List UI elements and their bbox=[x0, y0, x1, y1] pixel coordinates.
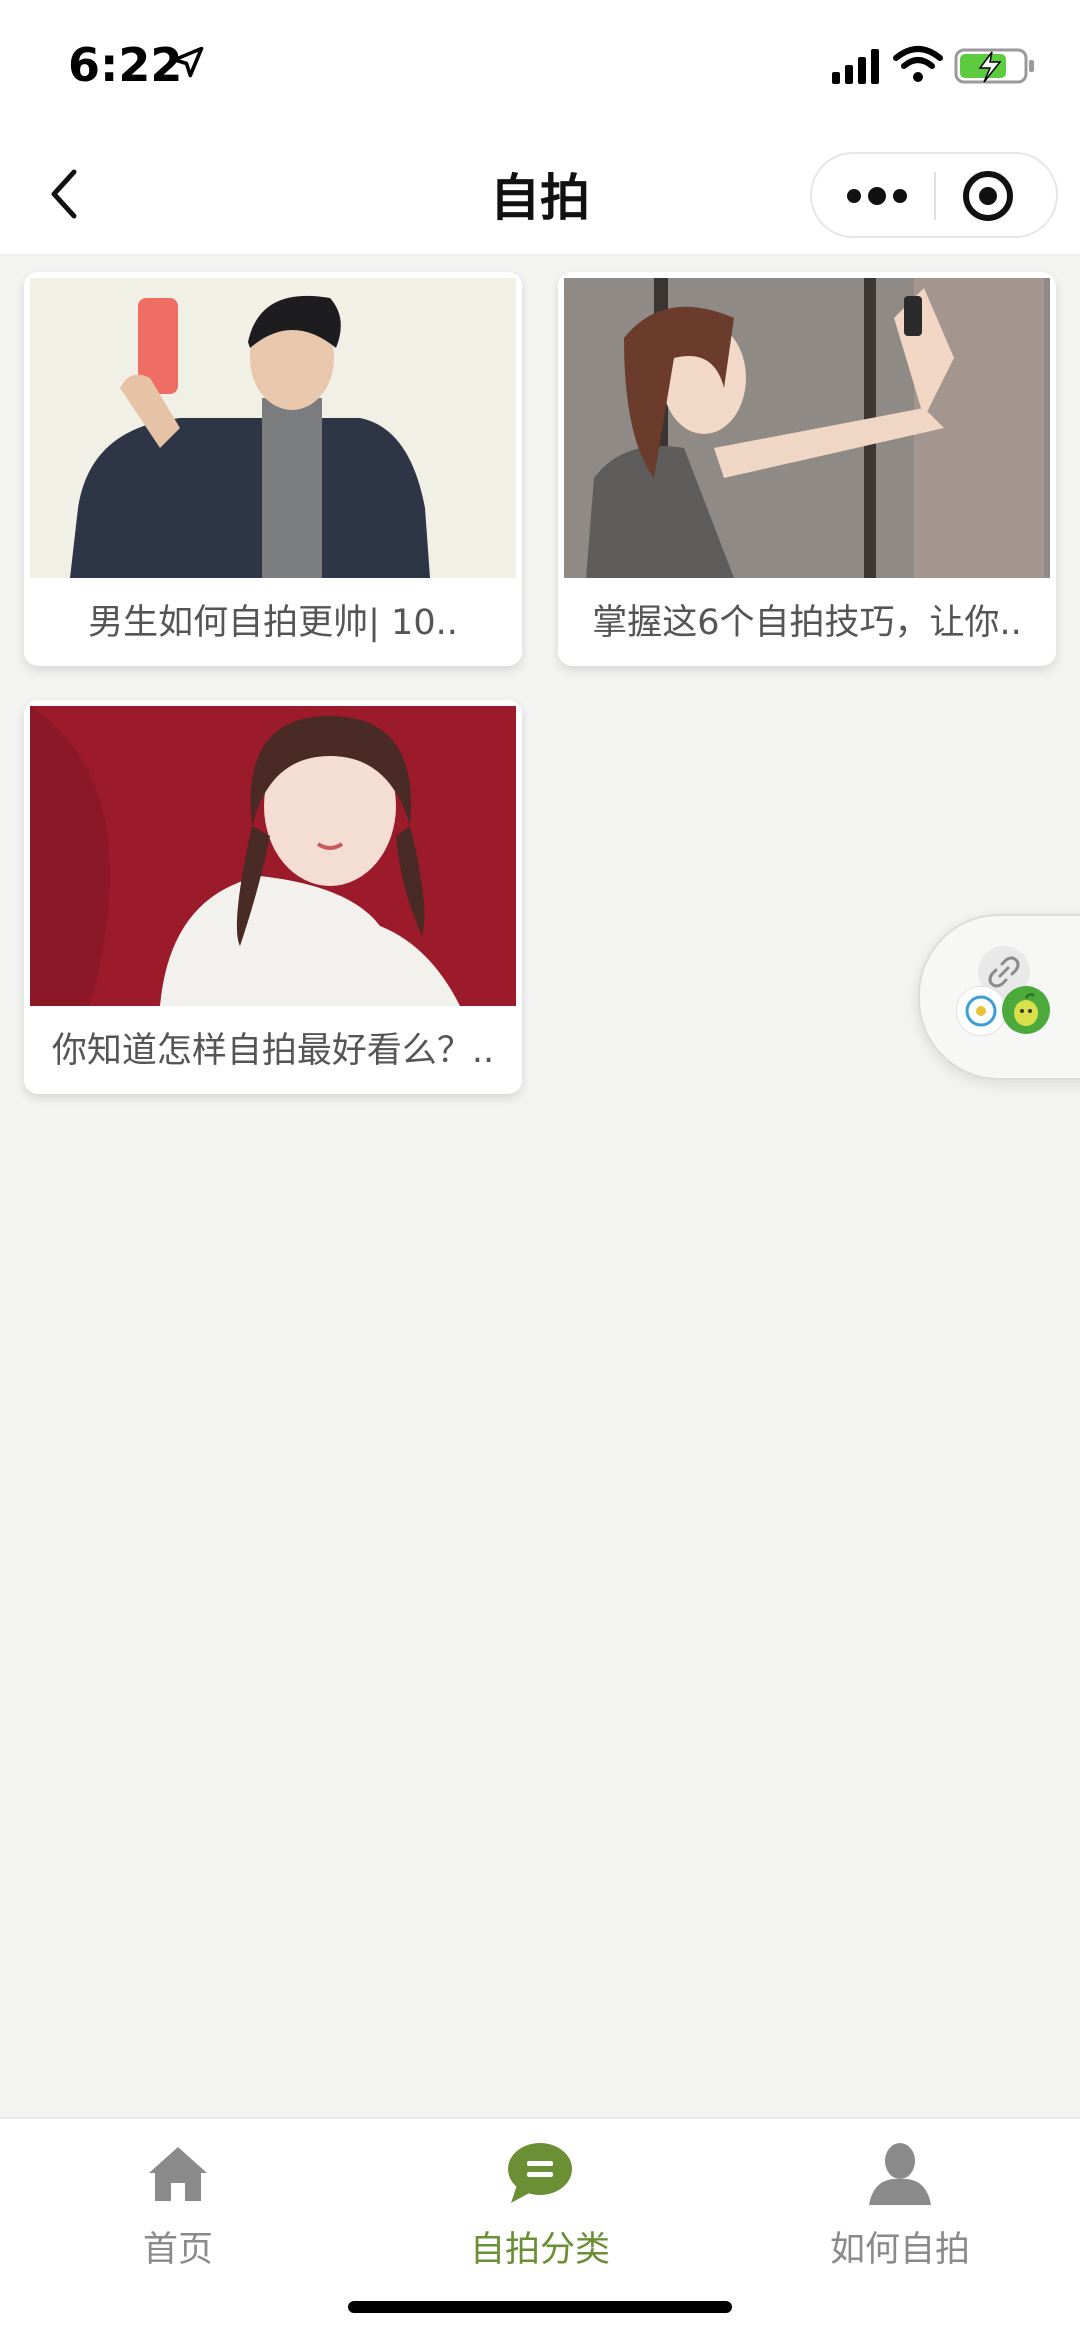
app-logo-icon bbox=[956, 986, 1006, 1036]
article-thumbnail bbox=[564, 278, 1050, 578]
article-title: 男生如何自拍更帅| 10.. bbox=[88, 603, 458, 643]
status-icons bbox=[832, 46, 1034, 84]
cellular-signal-icon bbox=[832, 49, 879, 84]
status-time: 6:22 bbox=[68, 38, 183, 92]
tab-categories[interactable]: 自拍分类 bbox=[390, 2129, 690, 2279]
mini-program-capsule bbox=[810, 152, 1058, 238]
article-card[interactable]: 你知道怎样自拍最好看么？.. bbox=[24, 700, 522, 1094]
wifi-icon bbox=[893, 46, 943, 82]
tab-home[interactable]: 首页 bbox=[28, 2129, 328, 2279]
more-dots-icon[interactable] bbox=[832, 172, 922, 220]
status-bar: 6:22 bbox=[0, 0, 1080, 130]
tab-home-label: 首页 bbox=[142, 2230, 213, 2270]
tab-categories-label: 自拍分类 bbox=[469, 2230, 610, 2270]
battery-charging-icon bbox=[954, 48, 1034, 84]
capsule-divider bbox=[934, 172, 936, 220]
tab-how-to[interactable]: 如何自拍 bbox=[750, 2129, 1050, 2279]
target-circle-icon[interactable] bbox=[958, 168, 1018, 224]
article-thumbnail bbox=[30, 278, 516, 578]
person-icon bbox=[869, 2143, 931, 2205]
article-card[interactable]: 男生如何自拍更帅| 10.. bbox=[24, 272, 522, 666]
article-title: 你知道怎样自拍最好看么？.. bbox=[51, 1031, 495, 1071]
home-icon bbox=[149, 2147, 207, 2201]
location-arrow-icon bbox=[172, 46, 204, 78]
mascot-logo-icon bbox=[1002, 986, 1050, 1034]
navigation-bar: 自拍 bbox=[0, 130, 1080, 256]
article-card[interactable]: 掌握这6个自拍技巧，让你.. bbox=[558, 272, 1056, 666]
tab-how-to-label: 如何自拍 bbox=[829, 2230, 970, 2270]
floating-share-widget[interactable] bbox=[918, 914, 1080, 1080]
article-thumbnail bbox=[30, 706, 516, 1006]
chat-bubble-icon bbox=[508, 2143, 572, 2203]
home-indicator bbox=[348, 2301, 732, 2313]
article-title: 掌握这6个自拍技巧，让你.. bbox=[592, 603, 1022, 643]
